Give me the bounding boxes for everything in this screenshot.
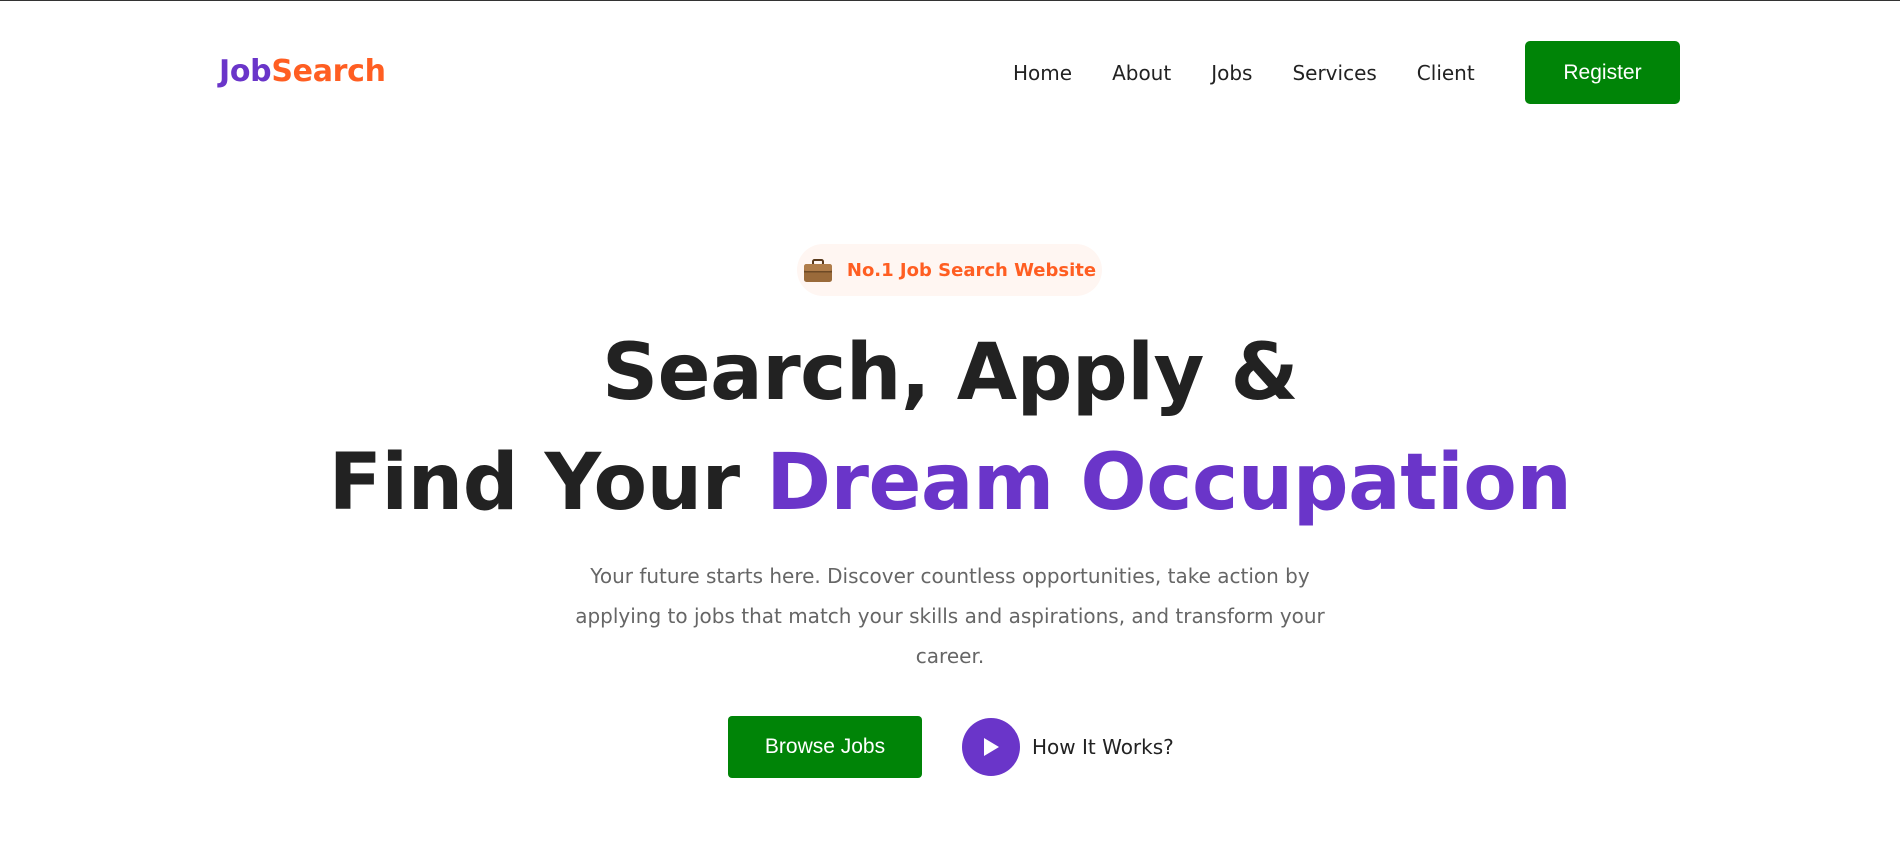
- hero-title-line1: Search, Apply &: [601, 328, 1299, 418]
- hero-title-line2: Find Your Dream Occupation: [0, 428, 1900, 538]
- hero-description: Your future starts here. Discover countl…: [575, 564, 1325, 668]
- register-button[interactable]: Register: [1525, 41, 1680, 104]
- nav-link-services[interactable]: Services: [1292, 56, 1376, 90]
- how-it-works-label: How It Works?: [1032, 735, 1174, 759]
- site-header: JobSearch Home About Jobs Services Clien…: [0, 0, 1900, 145]
- site-logo[interactable]: JobSearch: [219, 52, 386, 92]
- logo-part-job: Job: [219, 54, 272, 89]
- badge-text: No.1 Job Search Website: [846, 259, 1097, 281]
- browse-jobs-button[interactable]: Browse Jobs: [728, 716, 922, 778]
- nav-link-jobs[interactable]: Jobs: [1211, 56, 1252, 90]
- hero-badge: No.1 Job Search Website: [797, 244, 1102, 296]
- nav-link-about[interactable]: About: [1112, 56, 1171, 90]
- hero-cta-row: Browse Jobs How It Works?: [728, 716, 1174, 778]
- hero-title: Search, Apply & Find Your Dream Occupati…: [0, 318, 1900, 538]
- nav-link-client[interactable]: Client: [1417, 56, 1475, 90]
- how-it-works-link[interactable]: How It Works?: [962, 718, 1174, 776]
- briefcase-icon: [803, 259, 833, 282]
- logo-part-search: Search: [271, 54, 386, 89]
- hero-title-accent: Dream Occupation: [766, 438, 1572, 528]
- nav-link-home[interactable]: Home: [1013, 56, 1072, 90]
- hero-title-line2-prefix: Find Your: [328, 438, 740, 528]
- main-nav: Home About Jobs Services Client: [1013, 56, 1475, 90]
- play-icon[interactable]: [962, 718, 1020, 776]
